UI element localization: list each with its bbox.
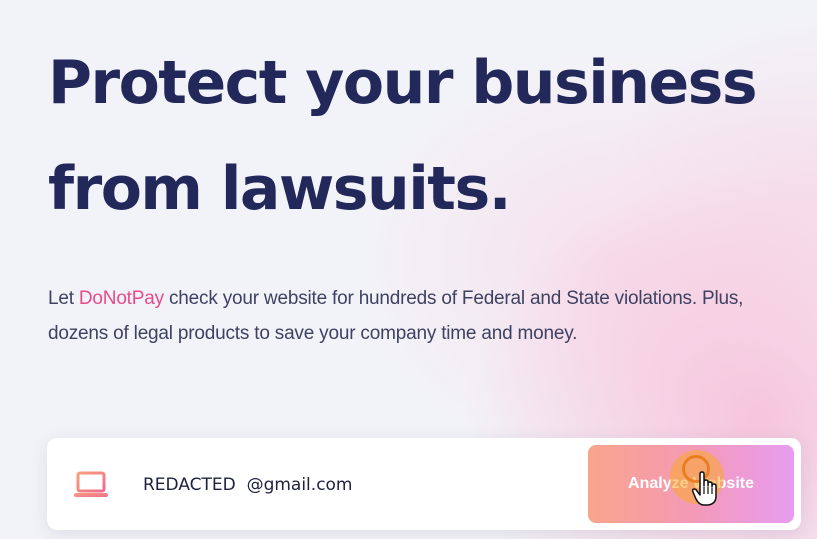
laptop-icon <box>73 471 109 499</box>
hero-headline: Protect your business from lawsuits. <box>48 30 808 242</box>
website-analyze-form: Analyze Website <box>47 438 801 530</box>
brand-name: DoNotPay <box>78 288 164 309</box>
headline-line-2: from lawsuits. <box>48 154 512 224</box>
website-input[interactable] <box>143 468 573 502</box>
headline-line-1: Protect your business <box>48 48 758 118</box>
subtext-prefix: Let <box>48 288 79 309</box>
analyze-website-button[interactable]: Analyze Website <box>588 445 794 523</box>
hero-subtext: Let DoNotPay check your website for hund… <box>48 281 778 351</box>
